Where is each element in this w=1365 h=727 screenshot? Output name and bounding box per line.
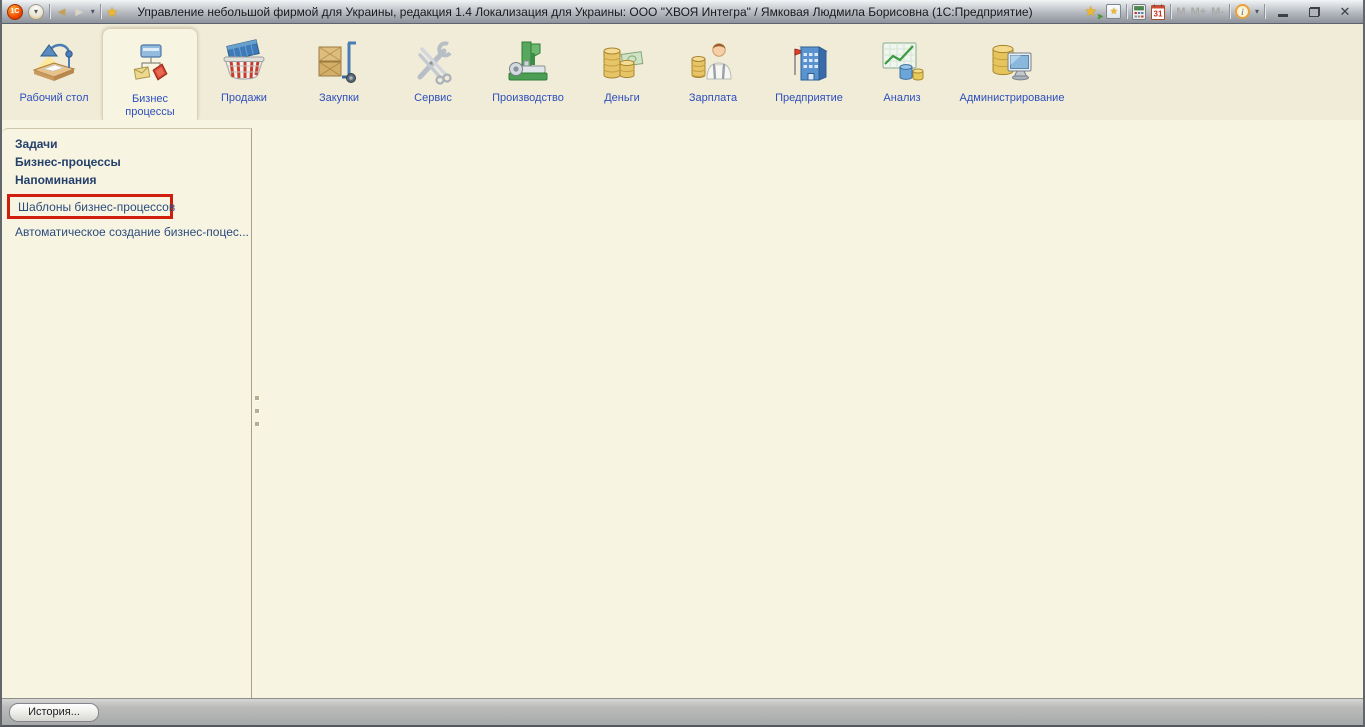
nav-item-business-processes[interactable]: Бизнес-процессы bbox=[15, 155, 121, 169]
close-button[interactable]: ✕ bbox=[1332, 3, 1358, 21]
app-logo-1c-button[interactable]: 1С bbox=[7, 4, 23, 20]
tab-label: Предприятие bbox=[775, 92, 843, 105]
tab-desktop[interactable]: Рабочий стол bbox=[6, 28, 102, 120]
statusbar: История... bbox=[2, 698, 1363, 725]
tab-label: Администрирование bbox=[960, 92, 1065, 105]
restore-icon bbox=[1309, 7, 1320, 17]
back-button[interactable]: ◄ bbox=[55, 5, 68, 18]
minimize-button[interactable] bbox=[1270, 3, 1296, 21]
desktop-icon bbox=[28, 36, 80, 90]
star-icon: ★ bbox=[1110, 7, 1118, 16]
calc-memory-recall-button[interactable]: M bbox=[1176, 6, 1185, 18]
app-window: 1С ▾ ◄ ► ▾ ★ Управление небольшой фирмой… bbox=[0, 0, 1365, 727]
tab-business-processes[interactable]: Бизнес процессы bbox=[102, 28, 198, 120]
divider bbox=[1170, 4, 1171, 19]
calendar-icon: 31 bbox=[1151, 4, 1165, 20]
calc-memory-plus-button[interactable]: M+ bbox=[1191, 6, 1207, 18]
calendar-button[interactable]: 31 bbox=[1151, 4, 1165, 20]
calc-memory-minus-button[interactable]: M- bbox=[1211, 6, 1224, 18]
annotation-highlight-box: Шаблоны бизнес-процессов bbox=[7, 194, 173, 219]
tab-administration[interactable]: Администрирование bbox=[946, 28, 1078, 120]
splitter-grip[interactable] bbox=[255, 422, 259, 426]
tab-label: Деньги bbox=[604, 92, 640, 105]
tab-analysis[interactable]: Анализ bbox=[858, 28, 946, 120]
tab-label: Производство bbox=[492, 92, 564, 105]
history-dropdown-button[interactable]: ▾ bbox=[91, 7, 95, 16]
svg-text:31: 31 bbox=[1154, 9, 1163, 18]
nav-item-reminders[interactable]: Напоминания bbox=[15, 173, 97, 187]
tab-label: Анализ bbox=[883, 92, 920, 105]
nav-item-business-process-templates[interactable]: Шаблоны бизнес-процессов bbox=[18, 200, 175, 214]
info-dropdown-button[interactable]: ▾ bbox=[1255, 7, 1259, 16]
history-button[interactable]: История... bbox=[9, 703, 99, 722]
analysis-icon bbox=[876, 36, 928, 90]
forward-button[interactable]: ► bbox=[73, 5, 86, 18]
production-icon bbox=[502, 36, 554, 90]
divider bbox=[1229, 4, 1230, 19]
tab-production[interactable]: Производство bbox=[478, 28, 578, 120]
calculator-icon bbox=[1132, 4, 1146, 20]
tab-purchases[interactable]: Закупки bbox=[290, 28, 388, 120]
divider bbox=[49, 4, 50, 19]
nav-item-tasks[interactable]: Задачи bbox=[15, 137, 58, 151]
tab-enterprise[interactable]: Предприятие bbox=[760, 28, 858, 120]
enterprise-icon bbox=[783, 36, 835, 90]
money-icon bbox=[596, 36, 648, 90]
open-favorites-button[interactable]: ★ bbox=[1106, 4, 1121, 19]
restore-button[interactable] bbox=[1301, 3, 1327, 21]
close-icon: ✕ bbox=[1340, 5, 1351, 18]
ribbon: Рабочий стол Бизнес процессы Продажи bbox=[2, 24, 1363, 120]
info-button[interactable]: i bbox=[1235, 4, 1250, 19]
tab-salary[interactable]: Зарплата bbox=[666, 28, 760, 120]
splitter-grip[interactable] bbox=[255, 396, 259, 400]
divider bbox=[100, 4, 101, 19]
calculator-button[interactable] bbox=[1132, 4, 1146, 20]
favorites-star-icon[interactable]: ★ bbox=[106, 5, 119, 19]
tab-service[interactable]: Сервис bbox=[388, 28, 478, 120]
star-icon: ★ bbox=[1084, 4, 1097, 18]
navigation-panel: Задачи Бизнес-процессы Напоминания Шабло… bbox=[2, 128, 252, 698]
tab-label: Сервис bbox=[414, 92, 452, 105]
tab-label: Закупки bbox=[319, 92, 359, 105]
divider bbox=[1264, 4, 1265, 19]
ribbon-tabs: Рабочий стол Бизнес процессы Продажи bbox=[6, 24, 1078, 120]
splitter-grip[interactable] bbox=[255, 409, 259, 413]
salary-icon bbox=[687, 36, 739, 90]
tab-label: Зарплата bbox=[689, 92, 737, 105]
administration-icon bbox=[986, 36, 1038, 90]
minimize-icon bbox=[1278, 14, 1288, 17]
nav-item-auto-create-business-processes[interactable]: Автоматическое создание бизнес-поцес... bbox=[15, 225, 249, 239]
window-title: Управление небольшой фирмой для Украины,… bbox=[137, 5, 1079, 19]
divider bbox=[1126, 4, 1127, 19]
titlebar: 1С ▾ ◄ ► ▾ ★ Управление небольшой фирмой… bbox=[2, 0, 1363, 24]
tab-sales[interactable]: Продажи bbox=[198, 28, 290, 120]
tab-label: Бизнес процессы bbox=[115, 93, 185, 119]
business-processes-icon bbox=[124, 37, 176, 91]
tab-money[interactable]: Деньги bbox=[578, 28, 666, 120]
tab-label: Рабочий стол bbox=[19, 92, 88, 105]
tab-label: Продажи bbox=[221, 92, 267, 105]
sales-icon bbox=[218, 36, 270, 90]
add-to-favorites-button[interactable]: ★ ➤ bbox=[1084, 4, 1101, 20]
main-menu-button[interactable]: ▾ bbox=[28, 4, 44, 20]
service-icon bbox=[407, 36, 459, 90]
purchases-icon bbox=[313, 36, 365, 90]
green-arrow-icon: ➤ bbox=[1097, 12, 1104, 21]
content-area: Задачи Бизнес-процессы Напоминания Шабло… bbox=[2, 120, 1363, 698]
